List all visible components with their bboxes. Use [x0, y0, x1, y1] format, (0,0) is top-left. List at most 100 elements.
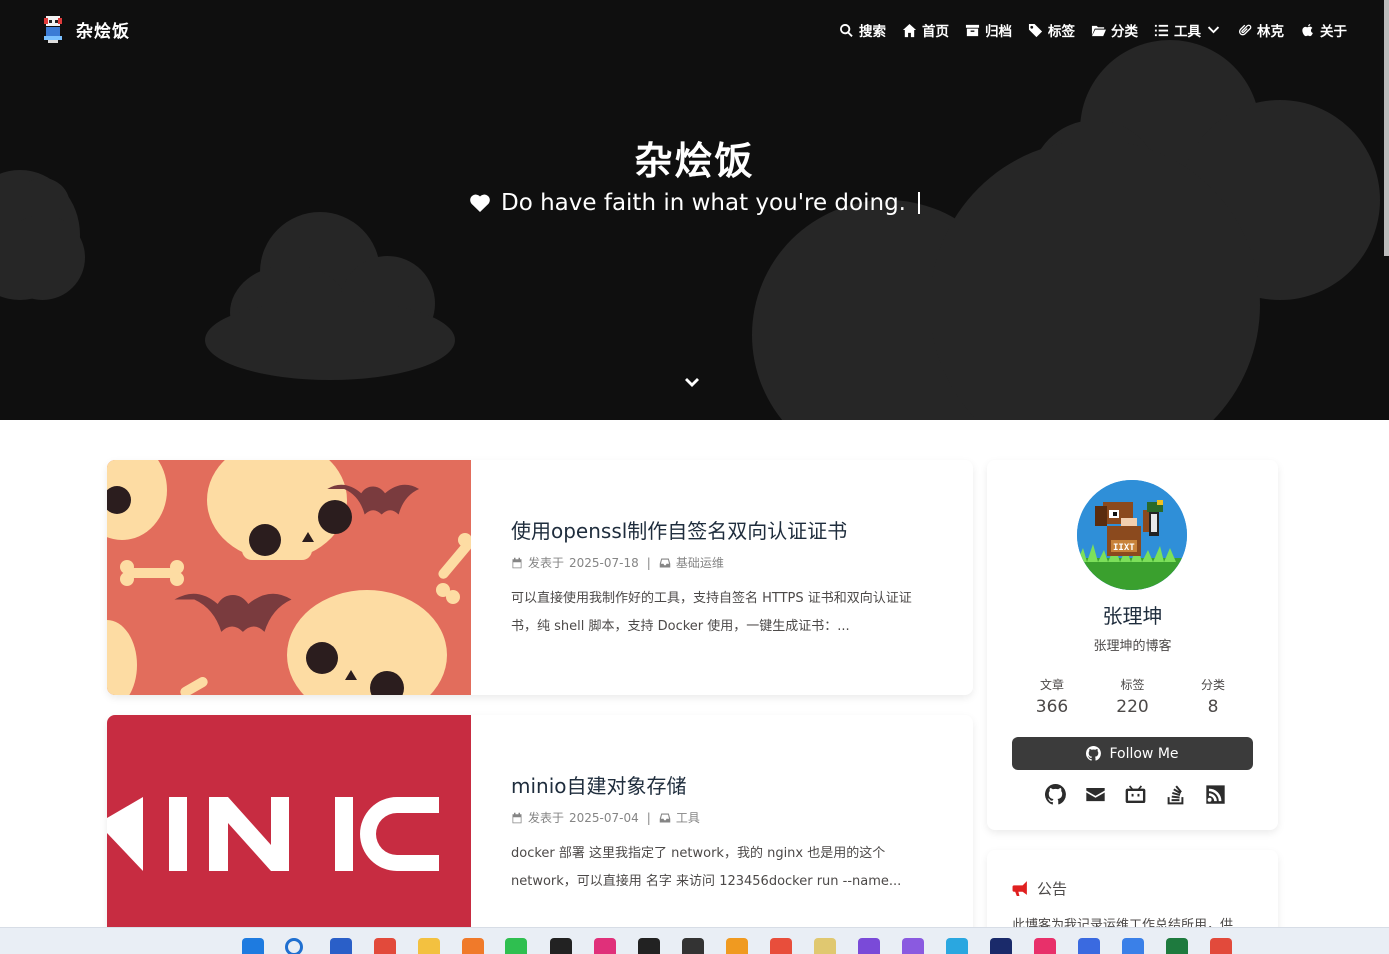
nav-item-tags[interactable]: 标签: [1028, 20, 1075, 40]
link-icon: [1238, 24, 1252, 35]
search-icon: [840, 23, 853, 37]
post-date: 2025-07-04: [569, 810, 639, 825]
stat-categories[interactable]: 分类 8: [1173, 676, 1253, 717]
intellij-icon[interactable]: [594, 938, 616, 954]
app-icon[interactable]: [814, 938, 836, 954]
stat-tags[interactable]: 标签 220: [1093, 676, 1173, 717]
calendar-icon: [512, 557, 522, 568]
author-card: IIXT 张理坤 张理坤的博客 文章 366 标签 220 分类 8 Follo…: [987, 460, 1278, 830]
hero-banner: 杂烩饭 搜索 首页 归档 标签 分类 工具 林克 关于 杂烩饭 Do have …: [0, 0, 1389, 420]
post-category[interactable]: 基础运维: [676, 554, 724, 571]
inbox-icon: [659, 558, 671, 567]
security-app-icon[interactable]: [330, 938, 352, 954]
bilibili-icon: [1125, 785, 1146, 804]
nav-label: 标签: [1048, 24, 1075, 40]
nav-label: 首页: [922, 24, 949, 40]
follow-me-label: Follow Me: [1109, 745, 1179, 762]
rss-icon: [1206, 785, 1225, 804]
nav-item-categories[interactable]: 分类: [1091, 20, 1138, 40]
qq-icon[interactable]: [550, 938, 572, 954]
chevron-down-icon: [685, 378, 699, 387]
chrome-icon[interactable]: [374, 938, 396, 954]
meta-separator: |: [646, 810, 651, 825]
app-icon[interactable]: [1034, 938, 1056, 954]
notice-header: 公告: [1012, 878, 1067, 899]
social-rss[interactable]: [1205, 784, 1226, 805]
app-icon[interactable]: [946, 938, 968, 954]
minio-logo-illustration: [107, 715, 471, 950]
nav-label: 归档: [985, 24, 1012, 40]
os-taskbar: [0, 927, 1389, 954]
app-icon[interactable]: [1078, 938, 1100, 954]
stat-label: 分类: [1200, 678, 1225, 692]
post-cover-image[interactable]: [107, 460, 471, 695]
post-date-prefix: 发表于: [528, 556, 565, 570]
skull-pattern-illustration: [107, 460, 471, 695]
calendar-icon: [512, 812, 522, 823]
excel-icon[interactable]: [1166, 938, 1188, 954]
nav-item-search[interactable]: 搜索: [839, 20, 886, 40]
meta-separator: |: [646, 555, 651, 570]
archive-icon: [965, 24, 980, 36]
nav-item-links[interactable]: 林克: [1237, 20, 1284, 40]
tags-icon: [1028, 23, 1043, 37]
post-excerpt: docker 部署 这里我指定了 network，我的 nginx 也是用的这个…: [511, 846, 902, 889]
stat-value: 8: [1207, 697, 1219, 717]
stat-value: 366: [1035, 697, 1069, 717]
post-date-prefix: 发表于: [528, 811, 565, 825]
post-card[interactable]: 使用openssl制作自签名双向认证证书 发表于 2025-07-18 | 基础…: [107, 460, 973, 695]
nav-label: 关于: [1320, 24, 1347, 40]
post-title[interactable]: 使用openssl制作自签名双向认证证书: [511, 515, 936, 544]
avatar[interactable]: IIXT: [1077, 480, 1187, 590]
app-icon[interactable]: [858, 938, 880, 954]
stackoverflow-icon: [1167, 785, 1184, 805]
scroll-down-button[interactable]: [682, 374, 702, 394]
logo-icon: [40, 14, 66, 44]
site-logo[interactable]: 杂烩饭: [40, 14, 130, 44]
heart-icon: [470, 194, 490, 212]
github-desktop-icon[interactable]: [682, 938, 704, 954]
github-icon: [1044, 784, 1066, 805]
social-stackoverflow[interactable]: [1165, 784, 1186, 805]
sublime-icon[interactable]: [726, 938, 748, 954]
post-cover-image[interactable]: [107, 715, 471, 950]
chevron-down-icon: [1207, 25, 1220, 33]
folder-open-icon: [1091, 25, 1106, 36]
social-email[interactable]: [1085, 784, 1106, 805]
stat-articles[interactable]: 文章 366: [1012, 676, 1092, 717]
app-icon[interactable]: [770, 938, 792, 954]
app-icon[interactable]: [1122, 938, 1144, 954]
social-bilibili[interactable]: [1125, 784, 1146, 805]
github-icon: [1086, 746, 1102, 761]
svg-text:IIXT: IIXT: [1113, 543, 1135, 553]
windows-start-icon[interactable]: [242, 938, 264, 954]
nav-item-home[interactable]: 首页: [902, 20, 949, 40]
wechat-icon[interactable]: [505, 938, 527, 954]
typing-cursor: [917, 192, 920, 214]
scrollbar[interactable]: [1384, 0, 1389, 256]
webstorm-icon[interactable]: [638, 938, 660, 954]
nav-label: 搜索: [859, 24, 886, 40]
post-category[interactable]: 工具: [676, 809, 700, 826]
stat-label: 文章: [1039, 678, 1064, 692]
post-title[interactable]: minio自建对象存储: [511, 770, 936, 799]
cloud-decoration: [0, 215, 85, 300]
app-icon[interactable]: [462, 938, 484, 954]
post-meta: 发表于 2025-07-04 | 工具: [511, 809, 936, 826]
search-icon[interactable]: [285, 938, 303, 954]
nav-item-about[interactable]: 关于: [1300, 20, 1347, 40]
social-github[interactable]: [1044, 784, 1066, 805]
nav-item-tools[interactable]: 工具: [1154, 20, 1221, 40]
post-card[interactable]: minio自建对象存储 发表于 2025-07-04 | 工具 docker 部…: [107, 715, 973, 950]
post-meta: 发表于 2025-07-18 | 基础运维: [511, 554, 936, 571]
post-date: 2025-07-18: [569, 555, 639, 570]
nav-item-archive[interactable]: 归档: [965, 20, 1012, 40]
app-icon[interactable]: [902, 938, 924, 954]
site-subtitle: Do have faith in what you're doing.: [0, 190, 1389, 216]
chrome-icon[interactable]: [1210, 938, 1232, 954]
home-icon: [902, 23, 917, 37]
site-title: 杂烩饭: [634, 139, 755, 183]
app-icon[interactable]: [990, 938, 1012, 954]
file-explorer-icon[interactable]: [418, 938, 440, 954]
follow-me-button[interactable]: Follow Me: [1012, 737, 1253, 770]
